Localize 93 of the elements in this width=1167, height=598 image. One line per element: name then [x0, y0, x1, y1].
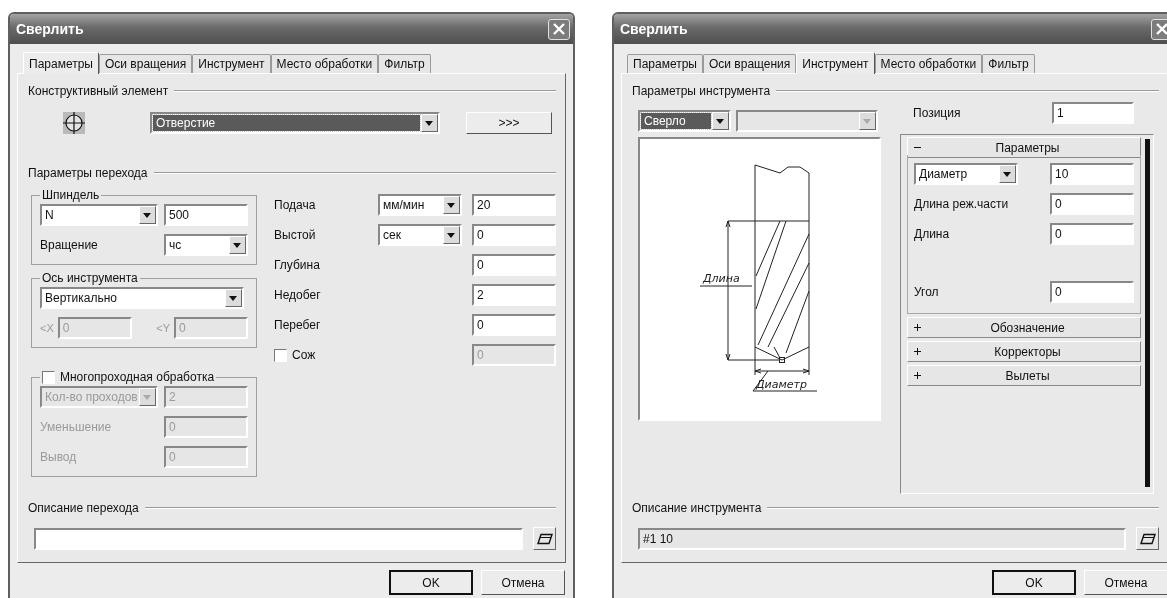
field-label: Длина [914, 227, 950, 241]
dimension-label: Диаметр [756, 378, 807, 391]
checkbox-label: Сож [292, 348, 316, 362]
group-label: Ось инструмента [42, 271, 138, 285]
tab[interactable]: Инструмент [192, 54, 271, 73]
input-field[interactable]: #1 10 [638, 527, 1126, 550]
field-label: Недобег [274, 288, 322, 302]
minus-icon [914, 144, 921, 151]
dropdown[interactable]: Диаметр [914, 163, 1018, 185]
edit-button[interactable] [1136, 527, 1159, 550]
caret-icon [443, 226, 460, 244]
dropdown[interactable]: Отверстие [150, 112, 440, 134]
section-heading: Параметры перехода [28, 166, 148, 180]
field-label: Глубина [274, 258, 321, 272]
tab[interactable]: Оси вращения [702, 54, 797, 73]
dimension-label: Длина [703, 272, 740, 285]
input-field[interactable]: 1 [1052, 102, 1134, 124]
field-label: Уменьшение [40, 420, 112, 434]
caret-icon [859, 112, 876, 130]
section-heading: Описание инструмента [632, 501, 762, 515]
close-icon [552, 22, 566, 36]
input-field[interactable]: 10 [1050, 163, 1134, 185]
field-label: Вращение [40, 238, 98, 252]
field-label: Перебег [274, 318, 322, 332]
parallelogram-icon [536, 532, 553, 545]
section-header[interactable]: Обозначение [907, 317, 1141, 338]
checkbox-label: Многопроходная обработка [60, 370, 215, 384]
close-button[interactable] [548, 18, 570, 40]
plus-icon [914, 372, 921, 379]
section-heading: Конструктивный элемент [28, 84, 169, 98]
tab[interactable]: Параметры [23, 52, 99, 74]
section-header[interactable]: Параметры [907, 137, 1141, 158]
close-button[interactable] [1151, 18, 1167, 40]
caret-icon [443, 196, 460, 214]
window-title: Сверлить [620, 21, 688, 37]
input-field[interactable]: 0 [1050, 193, 1134, 215]
section-heading: Параметры инструмента [632, 84, 771, 98]
dropdown[interactable]: мм/мин [378, 194, 462, 216]
field-label: Выстой [274, 228, 317, 242]
input-field[interactable]: 20 [472, 194, 556, 216]
tab[interactable]: Фильтр [982, 54, 1035, 73]
plus-icon [914, 348, 921, 355]
checkbox[interactable] [42, 370, 55, 384]
cancel-button[interactable]: Отмена [1084, 570, 1167, 595]
field-label: Вывод [40, 450, 77, 464]
tab[interactable]: Инструмент [796, 52, 875, 74]
close-icon [1155, 22, 1167, 36]
scroll-bar[interactable] [1145, 139, 1150, 487]
tab[interactable]: Место обработки [270, 54, 379, 73]
section-header[interactable]: Вылеты [907, 365, 1141, 386]
window-title: Сверлить [16, 21, 84, 37]
field-label: Угол [914, 285, 939, 299]
caret-icon [421, 114, 438, 132]
input-field[interactable] [34, 527, 523, 550]
plus-icon [914, 324, 921, 331]
caret-icon [712, 112, 729, 130]
caret-icon [999, 165, 1016, 183]
input-field[interactable]: 0 [1050, 281, 1134, 303]
dropdown[interactable]: сек [378, 224, 462, 246]
ok-button[interactable]: OK [992, 570, 1076, 595]
input-field[interactable]: 500 [164, 204, 248, 226]
caret-icon [229, 236, 246, 254]
edit-button[interactable] [533, 527, 556, 550]
input-field[interactable]: 0 [472, 314, 556, 336]
tab[interactable]: Оси вращения [98, 54, 193, 73]
caret-icon [139, 206, 156, 224]
tab[interactable]: Фильтр [378, 54, 431, 73]
field-label: Позиция [913, 106, 961, 120]
more-button[interactable]: >>> [466, 112, 552, 134]
section-heading: Описание перехода [28, 501, 139, 515]
caret-icon [225, 289, 242, 307]
dropdown[interactable]: N [40, 204, 158, 226]
tab[interactable]: Место обработки [874, 54, 983, 73]
input-field[interactable]: 2 [472, 284, 556, 306]
cancel-button[interactable]: Отмена [481, 570, 565, 595]
field-label: Длина реж.части [914, 197, 1009, 211]
dropdown[interactable]: Сверло [638, 110, 731, 132]
dropdown[interactable]: Вертикально [40, 287, 244, 309]
parallelogram-icon [1139, 532, 1156, 545]
input-field[interactable]: 0 [472, 254, 556, 276]
field-label: Подача [274, 198, 317, 212]
caret-icon [139, 388, 156, 406]
field-label: <X [40, 322, 54, 334]
group-label: Шпиндель [42, 188, 100, 202]
input-field[interactable]: 0 [472, 224, 556, 246]
dropdown[interactable]: чс [164, 234, 248, 256]
ok-button[interactable]: OK [389, 570, 473, 595]
checkbox[interactable] [274, 348, 287, 362]
crosshair-icon [62, 111, 86, 135]
tab[interactable]: Параметры [627, 54, 703, 73]
section-header[interactable]: Корректоры [907, 341, 1141, 362]
input-field[interactable]: 0 [1050, 223, 1134, 245]
field-label: <Y [156, 322, 170, 334]
